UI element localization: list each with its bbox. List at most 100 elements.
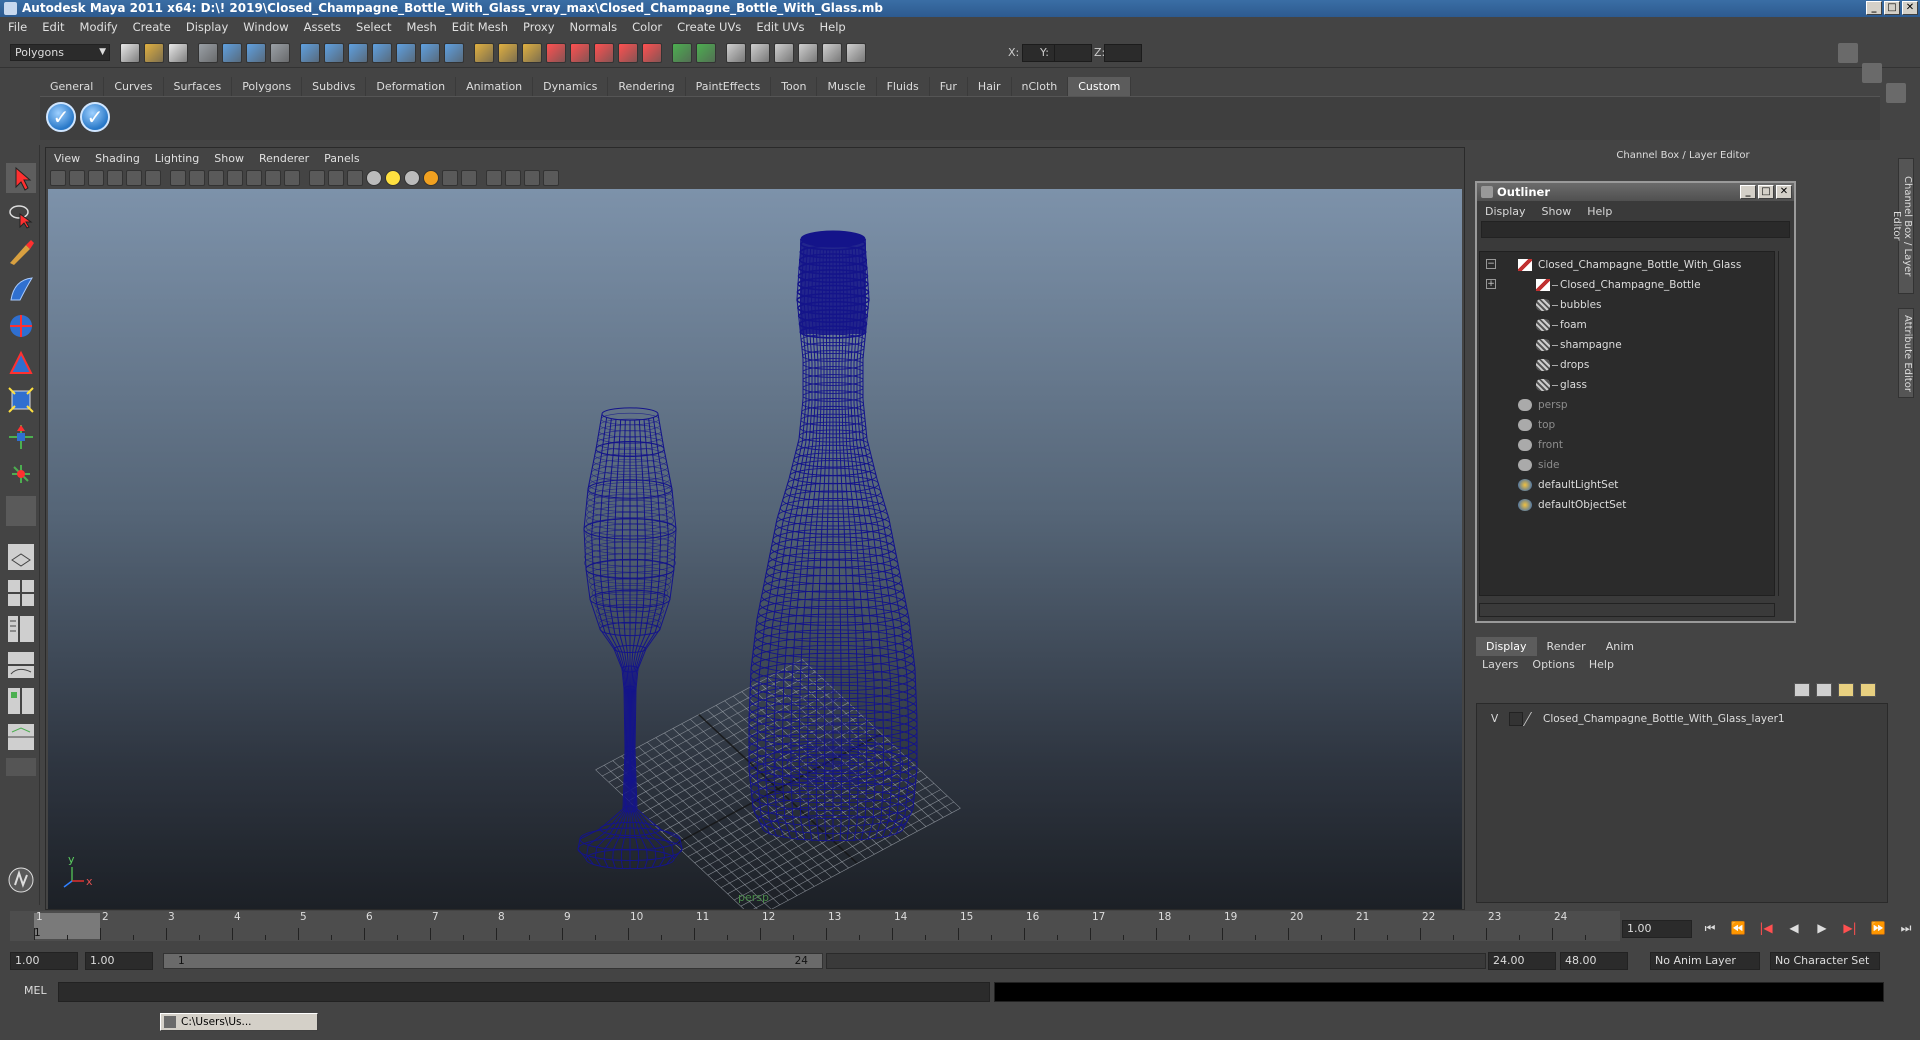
tool-settings-toggle-icon[interactable]: [1886, 83, 1906, 103]
viewport-tool-icon[interactable]: [227, 170, 243, 186]
shelf-tab-general[interactable]: General: [40, 77, 105, 96]
layer-list-icon[interactable]: [1816, 683, 1832, 697]
step-back-frame-icon[interactable]: |◀: [1756, 918, 1776, 938]
status-tool-icon[interactable]: [444, 43, 464, 63]
range-track[interactable]: [826, 953, 1486, 969]
outliner-maximize-button[interactable]: □: [1758, 185, 1774, 199]
paint-select-tool-icon[interactable]: [6, 237, 36, 267]
menu-window[interactable]: Window: [243, 20, 288, 34]
status-tool-icon[interactable]: [300, 43, 320, 63]
layer-template-toggle[interactable]: [1509, 712, 1523, 726]
status-tool-icon[interactable]: [246, 43, 266, 63]
champagne-bottle-wireframe[interactable]: [748, 230, 918, 842]
menu-create-uvs[interactable]: Create UVs: [677, 20, 741, 34]
minimized-window-tab[interactable]: C:\Users\Us...: [160, 1013, 318, 1031]
perspective-viewport[interactable]: y x persp: [48, 189, 1462, 909]
status-tool-icon[interactable]: [594, 43, 614, 63]
status-tool-icon[interactable]: [198, 43, 218, 63]
shelf-tab-hair[interactable]: Hair: [968, 77, 1012, 96]
viewport-tool-icon[interactable]: [486, 170, 502, 186]
four-view-layout-icon[interactable]: [6, 578, 36, 608]
vp-menu-view[interactable]: View: [54, 152, 80, 165]
status-tool-icon[interactable]: [372, 43, 392, 63]
viewport-tool-icon[interactable]: [107, 170, 123, 186]
viewport-tool-icon[interactable]: [265, 170, 281, 186]
go-to-end-icon[interactable]: ⏭: [1896, 918, 1916, 938]
step-forward-frame-icon[interactable]: ▶|: [1840, 918, 1860, 938]
shelf-tab-polygons[interactable]: Polygons: [232, 77, 303, 96]
viewport-tool-icon[interactable]: [366, 170, 382, 186]
shelf-tab-curves[interactable]: Curves: [104, 77, 164, 96]
outliner-item[interactable]: defaultLightSet: [1518, 476, 1764, 494]
step-back-key-icon[interactable]: ⏪: [1728, 918, 1748, 938]
manipulator-tool-icon[interactable]: [6, 422, 36, 452]
playback-start-field[interactable]: 1.00: [85, 952, 153, 970]
step-forward-key-icon[interactable]: ⏩: [1868, 918, 1888, 938]
outliner-menu-show[interactable]: Show: [1542, 205, 1572, 218]
outliner-close-button[interactable]: ✕: [1776, 185, 1792, 199]
outliner-item[interactable]: front: [1518, 436, 1764, 454]
outliner-item[interactable]: drops: [1536, 356, 1782, 374]
layer-options-icon[interactable]: [1794, 683, 1810, 697]
menu-edit-mesh[interactable]: Edit Mesh: [452, 20, 508, 34]
status-tool-icon[interactable]: [846, 43, 866, 63]
outliner-vertical-scrollbar[interactable]: [1778, 251, 1792, 596]
mel-label[interactable]: MEL: [24, 984, 47, 997]
menu-assets[interactable]: Assets: [304, 20, 341, 34]
outliner-item[interactable]: Closed_Champagne_Bottle_With_Glass: [1518, 256, 1764, 274]
playback-end-field[interactable]: 24.00: [1488, 952, 1556, 970]
viewport-tool-icon[interactable]: [404, 170, 420, 186]
vp-menu-renderer[interactable]: Renderer: [259, 152, 309, 165]
character-set-selector[interactable]: No Character Set: [1770, 952, 1880, 970]
outliner-item[interactable]: foam: [1536, 316, 1782, 334]
close-button[interactable]: ✕: [1902, 1, 1918, 15]
collapse-icon[interactable]: −: [1486, 259, 1496, 269]
status-tool-icon[interactable]: [324, 43, 344, 63]
lasso-tool-icon[interactable]: [6, 200, 36, 230]
go-to-start-icon[interactable]: ⏮: [1700, 918, 1720, 938]
vp-menu-lighting[interactable]: Lighting: [155, 152, 199, 165]
play-forward-icon[interactable]: ▶: [1812, 918, 1832, 938]
shelf-check-button-2[interactable]: ✓: [80, 102, 110, 132]
attribute-editor-toggle-icon[interactable]: [1862, 63, 1882, 83]
outliner-layout-icon[interactable]: [6, 614, 36, 644]
status-tool-icon[interactable]: [726, 43, 746, 63]
attribute-editor-side-tab[interactable]: Attribute Editor: [1898, 308, 1914, 398]
status-tool-icon[interactable]: [522, 43, 542, 63]
menu-set-selector[interactable]: Polygons ▼: [10, 44, 110, 61]
move-tool-icon[interactable]: [6, 311, 36, 341]
status-tool-icon[interactable]: [696, 43, 716, 63]
viewport-tool-icon[interactable]: [284, 170, 300, 186]
hypershade-layout-icon[interactable]: [6, 686, 36, 716]
new-layer-selected-icon[interactable]: [1860, 683, 1876, 697]
last-tool-icon[interactable]: [6, 496, 36, 526]
current-frame-field[interactable]: 1.00: [1622, 920, 1692, 938]
viewport-tool-icon[interactable]: [246, 170, 262, 186]
shelf-tab-fur[interactable]: Fur: [930, 77, 968, 96]
viewport-tool-icon[interactable]: [189, 170, 205, 186]
layer-menu-options[interactable]: Options: [1532, 658, 1574, 671]
layer-menu-layers[interactable]: Layers: [1482, 658, 1518, 671]
champagne-glass-wireframe[interactable]: [577, 407, 683, 870]
menu-select[interactable]: Select: [356, 20, 391, 34]
status-tool-icon[interactable]: [570, 43, 590, 63]
status-tool-icon[interactable]: [822, 43, 842, 63]
shelf-tab-toon[interactable]: Toon: [771, 77, 818, 96]
new-layer-icon[interactable]: [1838, 683, 1854, 697]
menu-edit-uvs[interactable]: Edit UVs: [756, 20, 804, 34]
anim-layer-selector[interactable]: No Anim Layer: [1650, 952, 1760, 970]
menu-modify[interactable]: Modify: [80, 20, 118, 34]
shelf-tab-subdivs[interactable]: Subdivs: [302, 77, 367, 96]
single-view-layout-icon[interactable]: [6, 542, 36, 572]
status-tool-icon[interactable]: [618, 43, 638, 63]
soft-mod-tool-icon[interactable]: [6, 459, 36, 489]
more-layouts-icon[interactable]: [6, 758, 36, 776]
play-backward-icon[interactable]: ◀: [1784, 918, 1804, 938]
status-tool-icon[interactable]: [642, 43, 662, 63]
viewport-tool-icon[interactable]: [385, 170, 401, 186]
viewport-tool-icon[interactable]: [505, 170, 521, 186]
status-tool-icon[interactable]: [396, 43, 416, 63]
vp-menu-show[interactable]: Show: [214, 152, 244, 165]
channel-box-side-tab[interactable]: Channel Box / Layer Editor: [1891, 158, 1914, 294]
shelf-tab-custom[interactable]: Custom: [1068, 77, 1132, 96]
